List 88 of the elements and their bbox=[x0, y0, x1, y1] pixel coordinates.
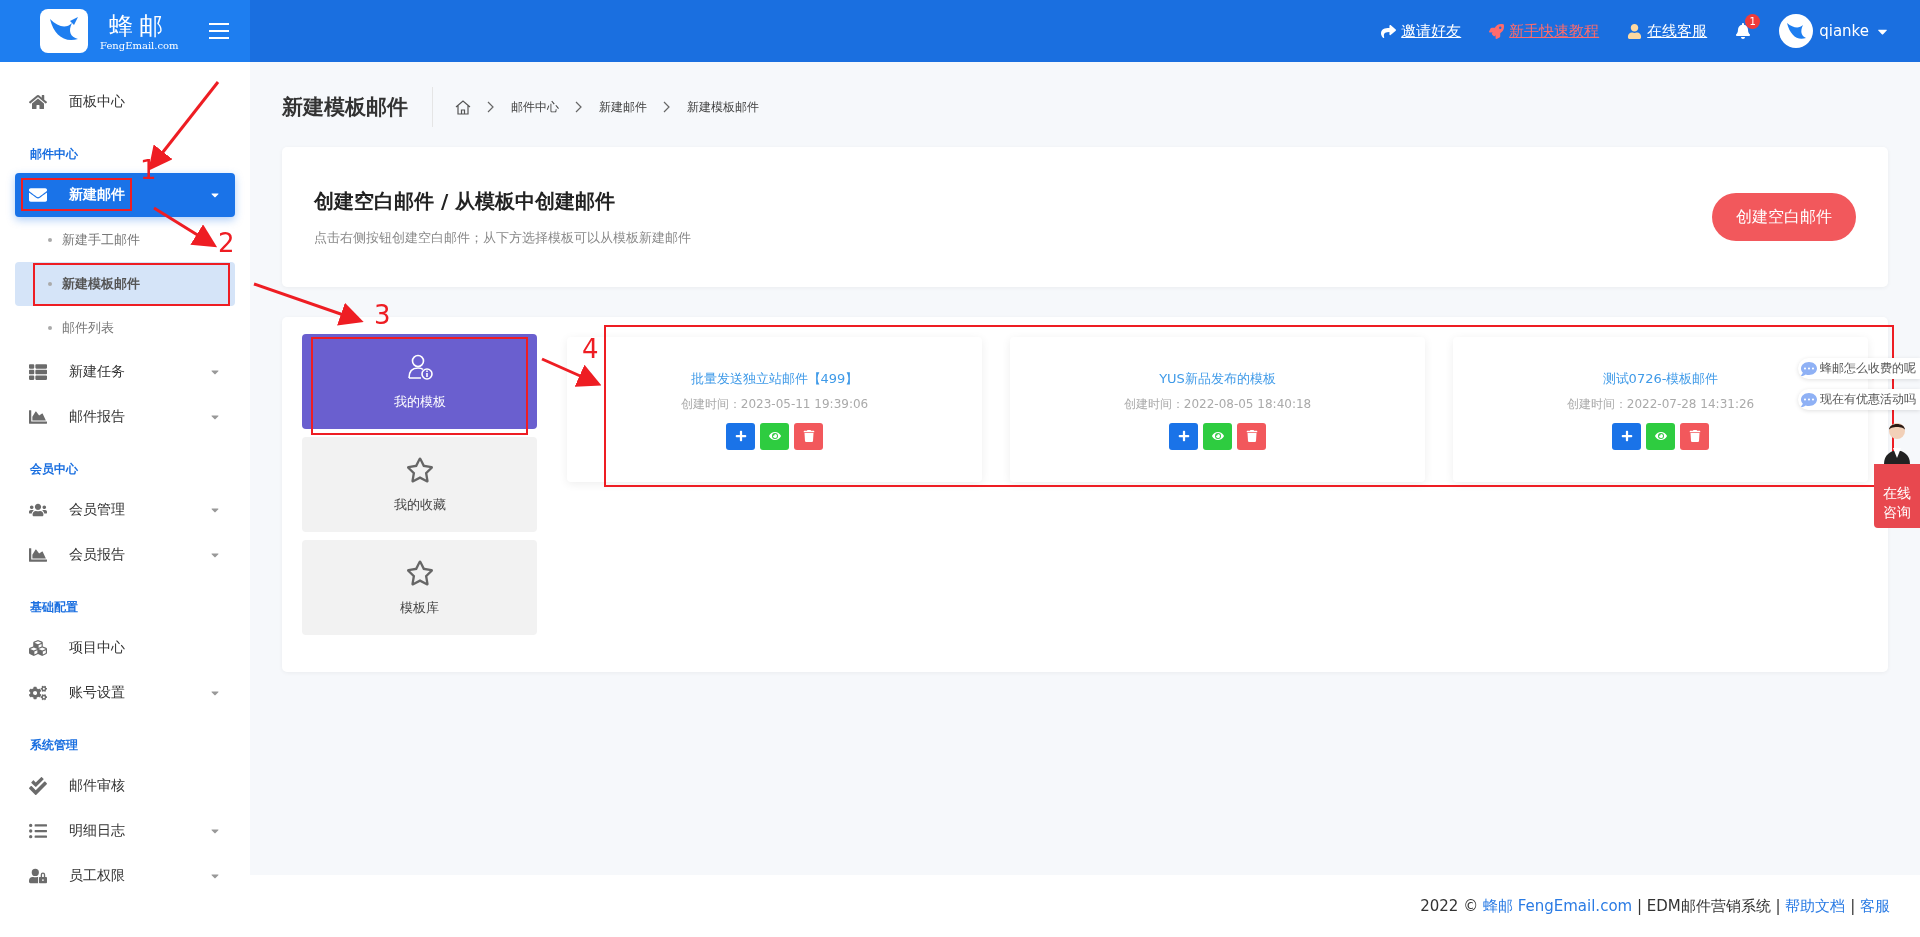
template-date: 创建时间：2023-05-11 19:39:06 bbox=[680, 395, 869, 413]
avatar-icon[interactable] bbox=[1779, 14, 1814, 48]
sidebar-icon bbox=[29, 684, 47, 702]
footer-link[interactable]: 客服 bbox=[1860, 896, 1890, 915]
sidebar-item[interactable]: 员工权限 bbox=[15, 854, 235, 898]
sidebar-item[interactable]: 新建任务 bbox=[15, 350, 235, 394]
username[interactable]: qianke bbox=[1819, 22, 1869, 40]
sidebar-subitem[interactable]: 新建模板邮件 bbox=[15, 262, 235, 306]
sidebar-section-label: 邮件中心 bbox=[30, 146, 78, 163]
sidebar-item[interactable]: 会员报告 bbox=[15, 533, 235, 577]
notification-badge: 1 bbox=[1745, 14, 1761, 29]
header-link[interactable]: 在线客服 bbox=[1627, 21, 1708, 41]
plus-icon bbox=[734, 430, 747, 442]
breadcrumb-item[interactable]: 新建模板邮件 bbox=[687, 98, 759, 116]
share-icon bbox=[1381, 23, 1397, 39]
menu-icon[interactable] bbox=[208, 23, 229, 39]
sidebar-icon bbox=[29, 363, 47, 381]
trash-icon bbox=[1688, 430, 1701, 442]
chat-icon bbox=[1801, 391, 1817, 408]
eye-icon bbox=[1211, 430, 1224, 442]
template-date: 创建时间：2022-07-28 14:31:26 bbox=[1566, 395, 1755, 413]
chevron-icon bbox=[663, 101, 671, 113]
template-tab[interactable]: 我的收藏 bbox=[302, 437, 537, 532]
logo-subtitle: FengEmail.com bbox=[100, 39, 179, 51]
footer-link[interactable]: 帮助文档 bbox=[1785, 896, 1846, 915]
template-date: 创建时间：2022-08-05 18:40:18 bbox=[1123, 395, 1312, 413]
breadcrumb-item[interactable]: 邮件中心 bbox=[511, 98, 559, 116]
sidebar-icon bbox=[29, 546, 47, 564]
user-info-icon bbox=[405, 352, 434, 381]
trash-icon bbox=[1245, 430, 1258, 442]
sidebar-item[interactable]: 账号设置 bbox=[15, 671, 235, 715]
add-button[interactable] bbox=[726, 422, 755, 450]
plus-icon bbox=[1620, 430, 1633, 442]
chevron-icon bbox=[575, 101, 583, 113]
star-icon bbox=[405, 455, 434, 484]
eye-icon bbox=[768, 430, 781, 442]
home-icon[interactable] bbox=[455, 99, 471, 115]
sidebar-icon bbox=[29, 822, 47, 840]
logo-title: 蜂邮 bbox=[109, 11, 170, 40]
page-title: 新建模板邮件 bbox=[282, 87, 433, 127]
sidebar-icon bbox=[29, 186, 47, 204]
annotation-arrow bbox=[153, 206, 218, 248]
online-consult-button[interactable]: 在线咨询 bbox=[1874, 464, 1920, 528]
sidebar-icon bbox=[29, 93, 47, 111]
chat-icon bbox=[1801, 360, 1817, 377]
intro-description: 点击右侧按钮创建空白邮件；从下方选择模板可以从模板新建邮件 bbox=[314, 228, 691, 247]
add-button[interactable] bbox=[1169, 422, 1198, 450]
sidebar-icon bbox=[29, 408, 47, 426]
user-icon bbox=[1627, 23, 1643, 39]
sidebar-item[interactable]: 明细日志 bbox=[15, 809, 235, 853]
bell-icon[interactable] bbox=[1735, 23, 1752, 39]
rocket-icon bbox=[1489, 23, 1505, 39]
annotation-number: 3 bbox=[374, 302, 391, 328]
template-tab[interactable]: 模板库 bbox=[302, 540, 537, 635]
intro-title: 创建空白邮件 / 从模板中创建邮件 bbox=[314, 187, 617, 215]
chat-suggestion[interactable]: 蜂邮怎么收费的呢 bbox=[1798, 358, 1920, 379]
plus-icon bbox=[1177, 430, 1190, 442]
sidebar-item[interactable]: 面板中心 bbox=[15, 80, 235, 124]
add-button[interactable] bbox=[1612, 422, 1641, 450]
trash-icon bbox=[802, 430, 815, 442]
chevron-icon bbox=[487, 101, 495, 113]
sidebar-item[interactable]: 项目中心 bbox=[15, 626, 235, 670]
star-icon bbox=[405, 558, 434, 587]
logo-icon bbox=[40, 9, 88, 53]
template-tab[interactable]: 我的模板 bbox=[302, 334, 537, 429]
sidebar-item[interactable]: 邮件审核 bbox=[15, 764, 235, 808]
sidebar-icon bbox=[29, 501, 47, 519]
sidebar-section-label: 基础配置 bbox=[30, 599, 78, 616]
eye-icon bbox=[1654, 430, 1667, 442]
footer-link[interactable]: 蜂邮 FengEmail.com bbox=[1482, 896, 1633, 915]
sidebar-item[interactable]: 会员管理 bbox=[15, 488, 235, 532]
sidebar-icon bbox=[29, 639, 47, 657]
chat-suggestion[interactable]: 现在有优惠活动吗 bbox=[1798, 389, 1920, 410]
annotation-arrow bbox=[541, 357, 602, 387]
annotation-number: 4 bbox=[582, 336, 599, 362]
sidebar-icon bbox=[29, 777, 47, 795]
delete-button[interactable] bbox=[1237, 422, 1266, 450]
sidebar-icon bbox=[29, 867, 47, 885]
breadcrumb-item[interactable]: 新建邮件 bbox=[599, 98, 647, 116]
sidebar-section-label: 系统管理 bbox=[30, 737, 78, 754]
header-link[interactable]: 邀请好友 bbox=[1381, 21, 1462, 41]
annotation-number: 2 bbox=[218, 230, 235, 256]
delete-button[interactable] bbox=[1680, 422, 1709, 450]
sidebar-section-label: 会员中心 bbox=[30, 461, 78, 478]
delete-button[interactable] bbox=[794, 422, 823, 450]
sidebar-item[interactable]: 邮件报告 bbox=[15, 395, 235, 439]
footer-text: 2022 © 蜂邮 FengEmail.com | EDM邮件营销系统 | 帮助文档 | 客服 bbox=[1420, 896, 1890, 916]
sidebar-subitem[interactable]: 邮件列表 bbox=[15, 306, 235, 350]
